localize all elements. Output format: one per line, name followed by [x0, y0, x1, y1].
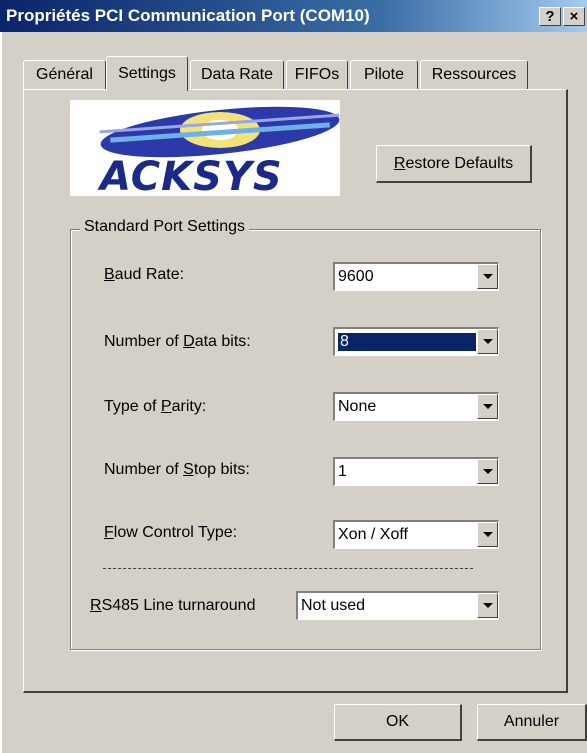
tab-pilote[interactable]: Pilote: [350, 60, 418, 89]
cancel-button[interactable]: Annuler: [477, 704, 587, 741]
help-icon: ?: [545, 8, 555, 25]
help-button[interactable]: ?: [539, 7, 561, 26]
chevron-down-icon[interactable]: [477, 394, 498, 419]
restore-defaults-button[interactable]: Restore Defaults: [376, 145, 532, 183]
button-label: Annuler: [503, 713, 560, 730]
tab-data-rate[interactable]: Data Rate: [190, 60, 284, 89]
select-value: Not used: [301, 597, 366, 614]
select-value: 9600: [338, 268, 374, 285]
data-bits-select[interactable]: 8: [333, 327, 499, 356]
data-bits-label: Number of Data bits:: [104, 333, 251, 350]
standard-port-settings-group: [70, 229, 541, 650]
parity-select[interactable]: None: [333, 392, 499, 421]
select-value: 8: [338, 333, 476, 351]
select-value: None: [338, 398, 377, 415]
separator: [103, 568, 473, 569]
stop-bits-label: Number of Stop bits:: [104, 461, 250, 478]
button-label: estore Defaults: [405, 154, 514, 172]
tab-fifos[interactable]: FIFOs: [286, 60, 348, 89]
baud-rate-label: Baud Rate:: [104, 266, 185, 283]
tab-label: Data Rate: [200, 66, 274, 83]
select-value: Xon / Xoff: [338, 526, 408, 543]
chevron-down-icon[interactable]: [477, 264, 498, 289]
button-label: OK: [385, 713, 410, 730]
close-icon: ×: [569, 8, 579, 25]
tab-label: FIFOs: [294, 66, 340, 83]
tab-ressources[interactable]: Ressources: [420, 60, 528, 89]
window-title: Propriétés PCI Communication Port (COM10…: [6, 6, 370, 25]
stop-bits-select[interactable]: 1: [333, 457, 499, 486]
chevron-down-icon[interactable]: [477, 593, 498, 618]
rs485-select[interactable]: Not used: [296, 591, 499, 620]
group-title: Standard Port Settings: [80, 218, 249, 236]
rs485-label: RS485 Line turnaround: [90, 597, 256, 614]
baud-rate-select[interactable]: 9600: [333, 262, 499, 291]
chevron-down-icon[interactable]: [477, 522, 498, 547]
tab-label: Général: [36, 66, 93, 83]
title-bar: Propriétés PCI Communication Port (COM10…: [0, 0, 587, 32]
acksys-logo: ACKSYS: [70, 100, 340, 196]
button-mnemonic: R: [393, 154, 406, 172]
logo-text: ACKSYS: [100, 154, 283, 196]
chevron-down-icon[interactable]: [477, 329, 498, 354]
tab-general[interactable]: Général: [23, 60, 106, 89]
tab-settings[interactable]: Settings: [106, 56, 188, 91]
tab-label: Pilote: [363, 66, 405, 83]
chevron-down-icon[interactable]: [477, 459, 498, 484]
parity-label: Type of Parity:: [104, 398, 207, 415]
select-value: 1: [338, 463, 347, 480]
ok-button[interactable]: OK: [334, 704, 462, 741]
flow-control-select[interactable]: Xon / Xoff: [333, 520, 499, 549]
flow-control-label: Flow Control Type:: [104, 524, 238, 541]
tab-label: Ressources: [431, 66, 517, 83]
close-button[interactable]: ×: [563, 7, 585, 26]
tab-label: Settings: [118, 65, 176, 82]
